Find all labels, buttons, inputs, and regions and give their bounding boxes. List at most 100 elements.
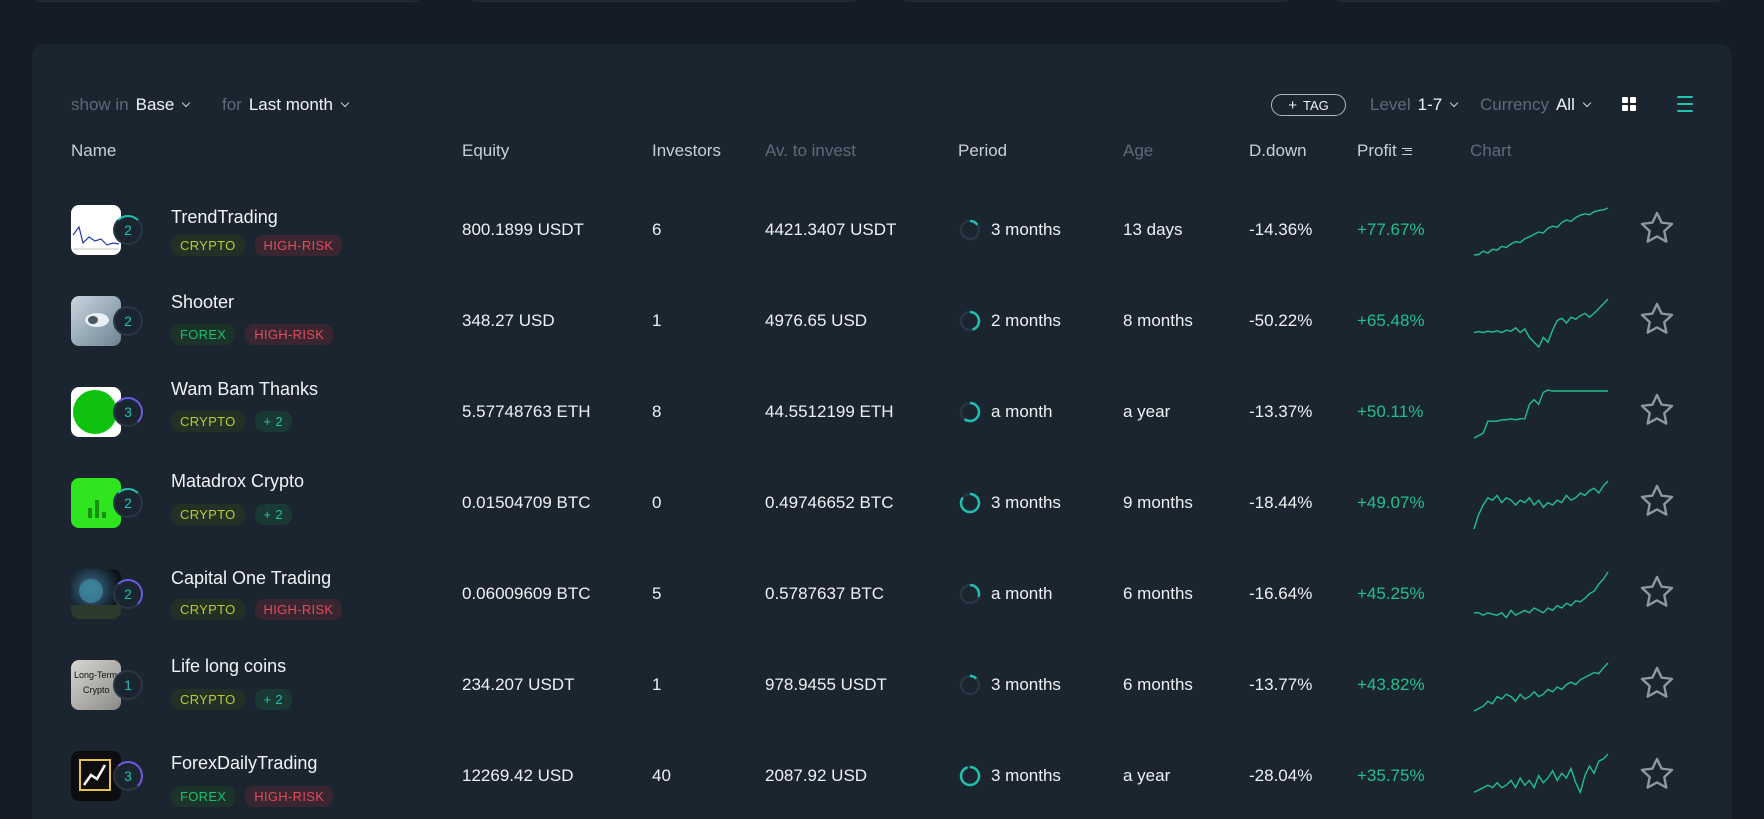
trader-row[interactable]: 2 Shooter FOREX HIGH-RISK 348.27 USD 1 49… — [0, 276, 1764, 367]
tag-chip[interactable]: CRYPTO — [171, 411, 245, 432]
level-value: 1-7 — [1417, 95, 1443, 114]
chevron-down-icon — [340, 98, 350, 108]
show-in-filter[interactable]: show in Base — [71, 95, 191, 115]
investors-value: 0 — [652, 493, 662, 512]
star-icon[interactable] — [1638, 482, 1676, 520]
tag-chip[interactable]: CRYPTO — [171, 689, 245, 710]
period-progress-icon — [959, 765, 981, 787]
period-value: a month — [991, 584, 1053, 603]
for-label: for — [222, 95, 242, 114]
column-age[interactable]: Age — [1123, 141, 1153, 161]
tag-chip[interactable]: + 2 — [254, 411, 292, 432]
equity-value: 5.57748763 ETH — [462, 402, 591, 421]
currency-filter[interactable]: Currency All — [1480, 95, 1592, 115]
age-value: 9 months — [1123, 493, 1193, 512]
tag-list: FOREX HIGH-RISK — [171, 786, 334, 807]
period-progress-icon — [959, 583, 981, 605]
star-icon[interactable] — [1638, 391, 1676, 429]
profit-sparkline — [1473, 753, 1609, 795]
drawdown-value: -14.36% — [1249, 220, 1313, 239]
summary-card-4 — [1334, 0, 1724, 2]
column-drawdown[interactable]: D.down — [1249, 141, 1307, 161]
equity-value: 800.1899 USDT — [462, 220, 584, 239]
star-icon[interactable] — [1638, 664, 1676, 702]
star-icon[interactable] — [1638, 755, 1676, 793]
period-filter[interactable]: for Last month — [222, 95, 350, 115]
level-badge: 2 — [113, 215, 143, 245]
tag-chip[interactable]: HIGH-RISK — [254, 599, 343, 620]
period-value: 3 months — [991, 675, 1061, 694]
period-value: 3 months — [991, 220, 1061, 239]
tag-chip[interactable]: FOREX — [171, 324, 236, 345]
trader-name[interactable]: TrendTrading — [171, 207, 278, 228]
trader-row[interactable]: 2 Capital One Trading CRYPTO HIGH-RISK 0.… — [0, 549, 1764, 640]
star-icon[interactable] — [1638, 573, 1676, 611]
chevron-down-icon — [1582, 98, 1592, 108]
age-value: 13 days — [1123, 220, 1183, 239]
period-progress-icon — [959, 492, 981, 514]
profit-sparkline — [1473, 662, 1609, 712]
level-filter[interactable]: Level 1-7 — [1370, 95, 1459, 115]
trader-row[interactable]: 3 Wam Bam Thanks CRYPTO + 2 5.57748763 ET… — [0, 367, 1764, 458]
show-in-value: Base — [135, 95, 175, 114]
equity-value: 234.207 USDT — [462, 675, 575, 694]
period-progress-icon — [959, 310, 981, 332]
tag-chip[interactable]: CRYPTO — [171, 235, 245, 256]
drawdown-value: -28.04% — [1249, 766, 1313, 785]
trader-name[interactable]: Capital One Trading — [171, 568, 331, 589]
tag-chip[interactable]: CRYPTO — [171, 504, 245, 525]
summary-card-2 — [469, 0, 859, 2]
available-value: 978.9455 USDT — [765, 675, 887, 694]
trader-name[interactable]: Wam Bam Thanks — [171, 379, 318, 400]
trader-name[interactable]: ForexDailyTrading — [171, 753, 317, 774]
period-cell: a month — [959, 583, 1052, 605]
column-profit[interactable]: Profit — [1357, 141, 1412, 161]
tag-chip[interactable]: HIGH-RISK — [245, 786, 334, 807]
investors-value: 6 — [652, 220, 662, 239]
trader-name[interactable]: Life long coins — [171, 656, 286, 677]
profit-value: +65.48% — [1357, 311, 1425, 330]
tag-list: CRYPTO + 2 — [171, 411, 292, 432]
profit-value: +50.11% — [1357, 402, 1424, 421]
tag-chip[interactable]: HIGH-RISK — [245, 324, 334, 345]
list-view-icon[interactable] — [1677, 96, 1693, 112]
tag-chip[interactable]: CRYPTO — [171, 599, 245, 620]
add-tag-button[interactable]: + TAG — [1271, 94, 1346, 116]
available-value: 4976.65 USD — [765, 311, 868, 330]
tag-list: FOREX HIGH-RISK — [171, 324, 334, 345]
equity-value: 348.27 USD — [462, 311, 555, 330]
grid-view-icon[interactable] — [1622, 97, 1636, 111]
tag-list: CRYPTO HIGH-RISK — [171, 599, 343, 620]
drawdown-value: -13.77% — [1249, 675, 1313, 694]
trader-row[interactable]: 2 TrendTrading CRYPTO HIGH-RISK 800.1899 … — [0, 185, 1764, 276]
column-name[interactable]: Name — [71, 141, 116, 161]
drawdown-value: -50.22% — [1249, 311, 1313, 330]
trader-row[interactable]: 3 ForexDailyTrading FOREX HIGH-RISK 12269… — [0, 731, 1764, 819]
profit-value: +45.25% — [1357, 584, 1425, 603]
trader-row[interactable]: 2 Matadrox Crypto CRYPTO + 2 0.01504709 B… — [0, 458, 1764, 549]
tag-list: CRYPTO HIGH-RISK — [171, 235, 343, 256]
star-icon[interactable] — [1638, 300, 1676, 338]
star-icon[interactable] — [1638, 209, 1676, 247]
column-period[interactable]: Period — [958, 141, 1007, 161]
period-value: 3 months — [991, 766, 1061, 785]
trader-name[interactable]: Matadrox Crypto — [171, 471, 304, 492]
column-profit-label: Profit — [1357, 141, 1397, 160]
tag-chip[interactable]: + 2 — [254, 689, 292, 710]
column-investors[interactable]: Investors — [652, 141, 721, 161]
equity-value: 0.06009609 BTC — [462, 584, 591, 603]
level-badge: 2 — [113, 579, 143, 609]
tag-chip[interactable]: + 2 — [254, 504, 292, 525]
trader-name[interactable]: Shooter — [171, 292, 234, 313]
tag-button-label: TAG — [1303, 97, 1329, 113]
age-value: a year — [1123, 766, 1171, 785]
column-equity[interactable]: Equity — [462, 141, 509, 161]
period-cell: 3 months — [959, 674, 1061, 696]
profit-sparkline — [1473, 298, 1609, 349]
tag-chip[interactable]: HIGH-RISK — [254, 235, 343, 256]
column-av-to-invest[interactable]: Av. to invest — [765, 141, 856, 161]
trader-row[interactable]: Long-Term Crypto 1 Life long coins CRYPTO… — [0, 640, 1764, 731]
profit-value: +77.67% — [1357, 220, 1425, 239]
column-chart: Chart — [1470, 141, 1512, 160]
tag-chip[interactable]: FOREX — [171, 786, 236, 807]
